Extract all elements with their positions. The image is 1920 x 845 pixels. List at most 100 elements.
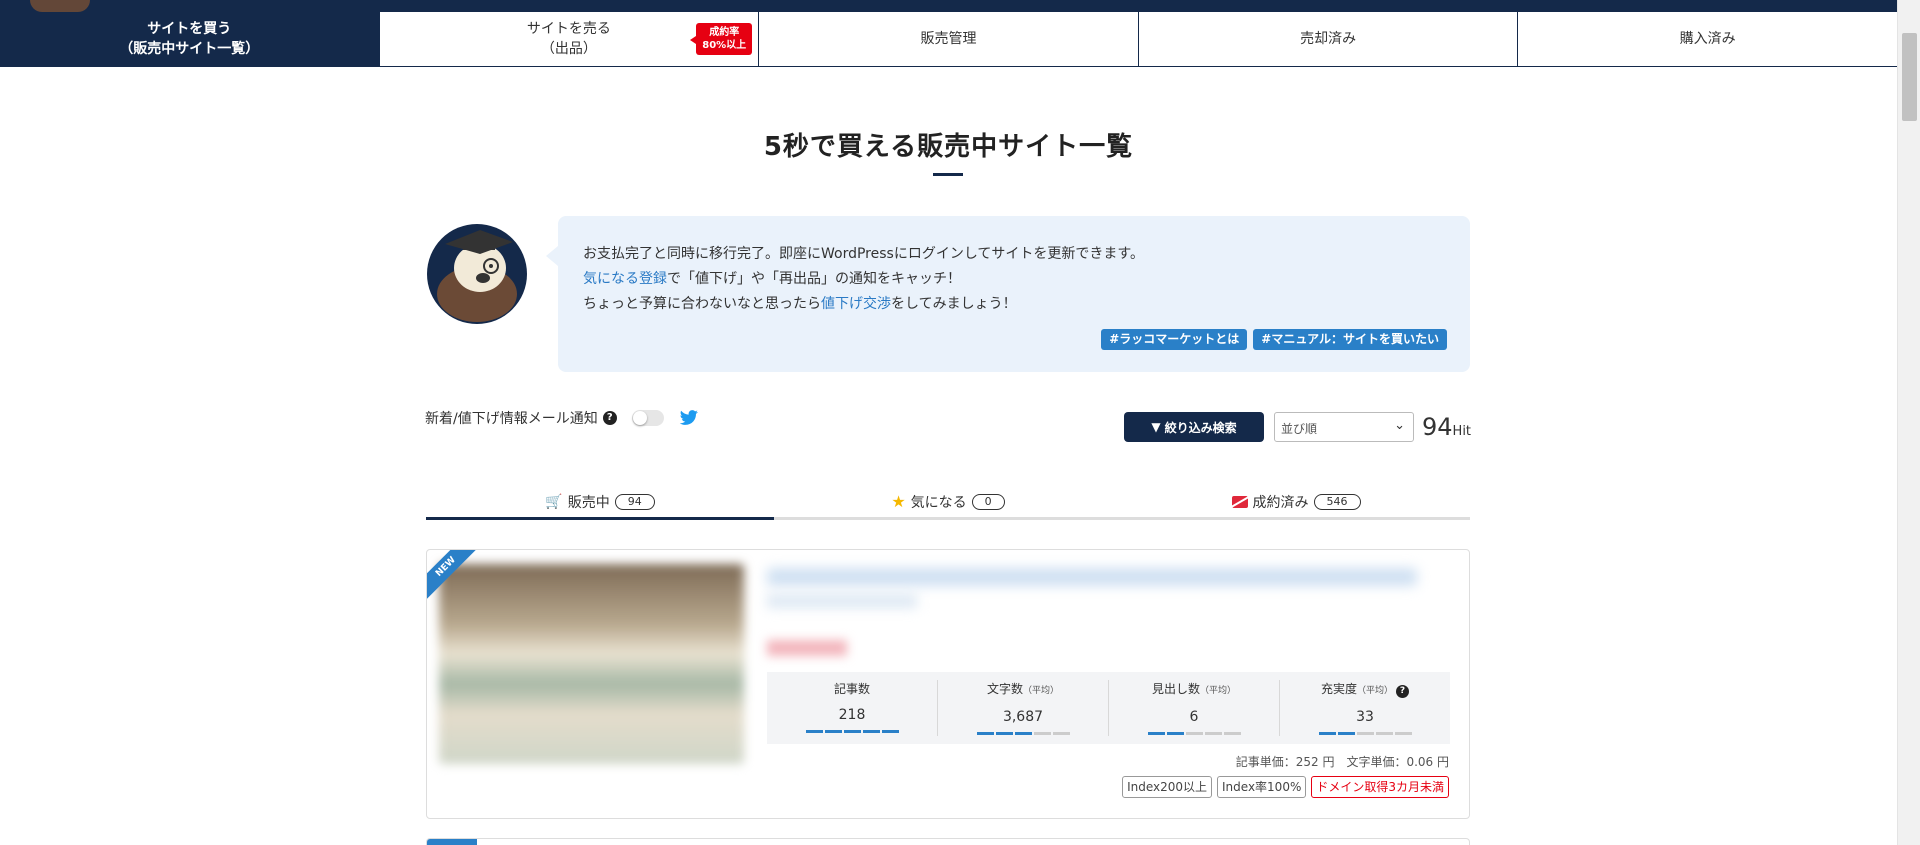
tab-on-sale-label: 販売中 <box>567 494 610 511</box>
stat-label: 見出し数（平均） <box>1109 680 1279 700</box>
top-header-strip <box>0 0 1897 12</box>
next-listing-card[interactable] <box>426 838 1470 845</box>
stat-label-sub: （平均） <box>1023 686 1060 696</box>
badge-domain-age: ドメイン取得3カ月未満 <box>1311 776 1449 798</box>
status-tabs: 🛒 販売中 94 ★ 気になる 0 成約済み 546 <box>426 486 1470 520</box>
level-segment <box>862 730 880 733</box>
intro-tag-row: #ラッコマーケットとは #マニュアル：サイトを買いたい <box>1101 329 1447 350</box>
level-segment <box>1147 732 1165 735</box>
badge-index-rate: Index率100% <box>1217 776 1307 798</box>
sort-order-select[interactable]: 並び順 ⌄ <box>1274 412 1414 442</box>
level-segment <box>1356 732 1374 735</box>
stat-value: 33 <box>1356 709 1374 725</box>
watch-register-link[interactable]: 気になる登録 <box>583 271 667 287</box>
help-icon[interactable]: ? <box>1396 685 1410 698</box>
level-segment <box>881 730 899 733</box>
badge-line1: 成約率 <box>709 27 740 38</box>
stat-label-text: 記事数 <box>833 682 870 696</box>
nav-tab-buy[interactable]: サイトを買う （販売中サイト一覧） <box>0 12 380 66</box>
listing-subtitle-blurred <box>767 594 917 608</box>
tag-about-market[interactable]: #ラッコマーケットとは <box>1101 329 1248 350</box>
nav-tab-label: 売却済み <box>1300 31 1357 47</box>
stat-level-bar <box>767 730 937 733</box>
intro-message-box: お支払完了と同時に移行完了。即座にWordPressにログインしてサイトを更新で… <box>546 216 1470 372</box>
unit-price: 記事単価：252 円 文字単価：0.06 円 <box>1235 755 1449 769</box>
tab-watchlist-count: 0 <box>971 493 1005 510</box>
email-notify-row: 新着/値下げ情報メール通知 ? <box>425 408 699 428</box>
stat-label-text: 充実度 <box>1320 682 1357 696</box>
chevron-down-icon: ⌄ <box>1394 418 1405 433</box>
intro-line-2: 気になる登録で「値下げ」や「再出品」の通知をキャッチ！ <box>583 267 1470 292</box>
stat-label-text: 文字数 <box>986 682 1023 696</box>
level-segment <box>1204 732 1222 735</box>
tag-buy-manual[interactable]: #マニュアル：サイトを買いたい <box>1253 329 1447 350</box>
cart-icon: 🛒 <box>545 493 563 510</box>
level-segment <box>1394 732 1412 735</box>
stat-heading-count: 見出し数（平均） 6 <box>1109 680 1280 736</box>
nav-tab-sublabel: （販売中サイト一覧） <box>119 41 260 57</box>
stat-level-bar <box>1280 732 1450 735</box>
tab-closed-label: 成約済み <box>1252 494 1309 511</box>
title-underline <box>933 173 963 176</box>
tab-on-sale[interactable]: 🛒 販売中 94 <box>426 486 774 520</box>
intro-line-3-post: をしてみましょう！ <box>891 296 1017 312</box>
intro-line-3: ちょっと予算に合わないなと思ったら値下げ交渉をしてみましょう！ <box>583 292 1470 317</box>
nav-tab-sold[interactable]: 売却済み <box>1138 12 1519 66</box>
listing-badges: Index200以上 Index率100% ドメイン取得3カ月未満 <box>1122 776 1449 798</box>
stat-label-text: 見出し数 <box>1151 682 1200 696</box>
nav-tab-sales-management[interactable]: 販売管理 <box>759 12 1139 66</box>
tab-closed[interactable]: 成約済み 546 <box>1122 486 1470 517</box>
page-title: 5秒で買える販売中サイト一覧 <box>763 132 1134 162</box>
level-segment <box>1318 732 1336 735</box>
level-segment <box>1033 732 1051 735</box>
scrollbar-thumb[interactable] <box>1902 33 1917 121</box>
listing-title-blurred[interactable] <box>767 568 1417 586</box>
level-segment <box>976 732 994 735</box>
intro-line-1: お支払完了と同時に移行完了。即座にWordPressにログインしてサイトを更新で… <box>583 246 1145 262</box>
level-segment <box>1166 732 1184 735</box>
tab-watchlist[interactable]: ★ 気になる 0 <box>774 486 1122 517</box>
stat-char-count: 文字数（平均） 3,687 <box>938 680 1109 736</box>
stat-label: 文字数（平均） <box>938 680 1108 700</box>
listing-card[interactable]: NEW 記事数 218 文字数（平均） 3,687 見出し数（平均） 6 充実度… <box>426 549 1470 819</box>
nav-tab-sell[interactable]: サイトを売る （出品） 成約率 80%以上 <box>379 12 760 66</box>
twitter-bird-icon[interactable] <box>679 410 699 426</box>
stat-level-bar <box>1109 732 1279 735</box>
listing-stats: 記事数 218 文字数（平均） 3,687 見出し数（平均） 6 充実度（平均）… <box>767 672 1450 744</box>
stat-label: 記事数 <box>767 680 937 698</box>
level-segment <box>843 730 861 733</box>
level-segment <box>1014 732 1032 735</box>
level-segment <box>995 732 1013 735</box>
star-icon: ★ <box>891 492 906 511</box>
stat-value: 3,687 <box>1002 709 1044 725</box>
hit-count-number: 94 <box>1422 413 1453 441</box>
level-segment <box>1052 732 1070 735</box>
nav-tab-label: 販売管理 <box>920 31 977 47</box>
filter-search-label: 絞り込み検索 <box>1164 420 1237 435</box>
otter-avatar-icon <box>427 224 527 324</box>
help-icon[interactable]: ? <box>602 411 617 425</box>
main-nav: サイトを買う （販売中サイト一覧） サイトを売る （出品） 成約率 80%以上 … <box>0 12 1897 67</box>
listing-thumbnail[interactable] <box>439 564 744 764</box>
stat-label: 充実度（平均）? <box>1280 680 1450 700</box>
level-segment <box>805 730 823 733</box>
filter-search-button[interactable]: ▼ 絞り込み検索 <box>1124 412 1264 442</box>
stat-article-count: 記事数 218 <box>767 680 938 736</box>
vertical-scrollbar[interactable] <box>1897 0 1920 845</box>
stat-richness: 充実度（平均）? 33 <box>1280 680 1450 736</box>
level-segment <box>1375 732 1393 735</box>
nav-tab-purchased[interactable]: 購入済み <box>1518 12 1897 66</box>
closed-icon <box>1231 495 1248 508</box>
price-negotiation-link[interactable]: 値下げ交渉 <box>821 296 891 312</box>
stat-value: 218 <box>838 707 866 723</box>
hit-count: 94Hit <box>1422 412 1471 447</box>
badge-index-200: Index200以上 <box>1122 776 1213 798</box>
nav-tab-sublabel: （出品） <box>540 41 597 57</box>
nav-tab-label: 購入済み <box>1679 31 1736 47</box>
email-notify-toggle[interactable] <box>631 410 664 426</box>
badge-line2: 80%以上 <box>702 40 747 51</box>
tab-watchlist-label: 気になる <box>910 494 967 511</box>
stat-value: 6 <box>1189 709 1199 725</box>
tab-on-sale-count: 94 <box>614 493 655 510</box>
stat-label-sub: （平均） <box>1357 686 1394 696</box>
